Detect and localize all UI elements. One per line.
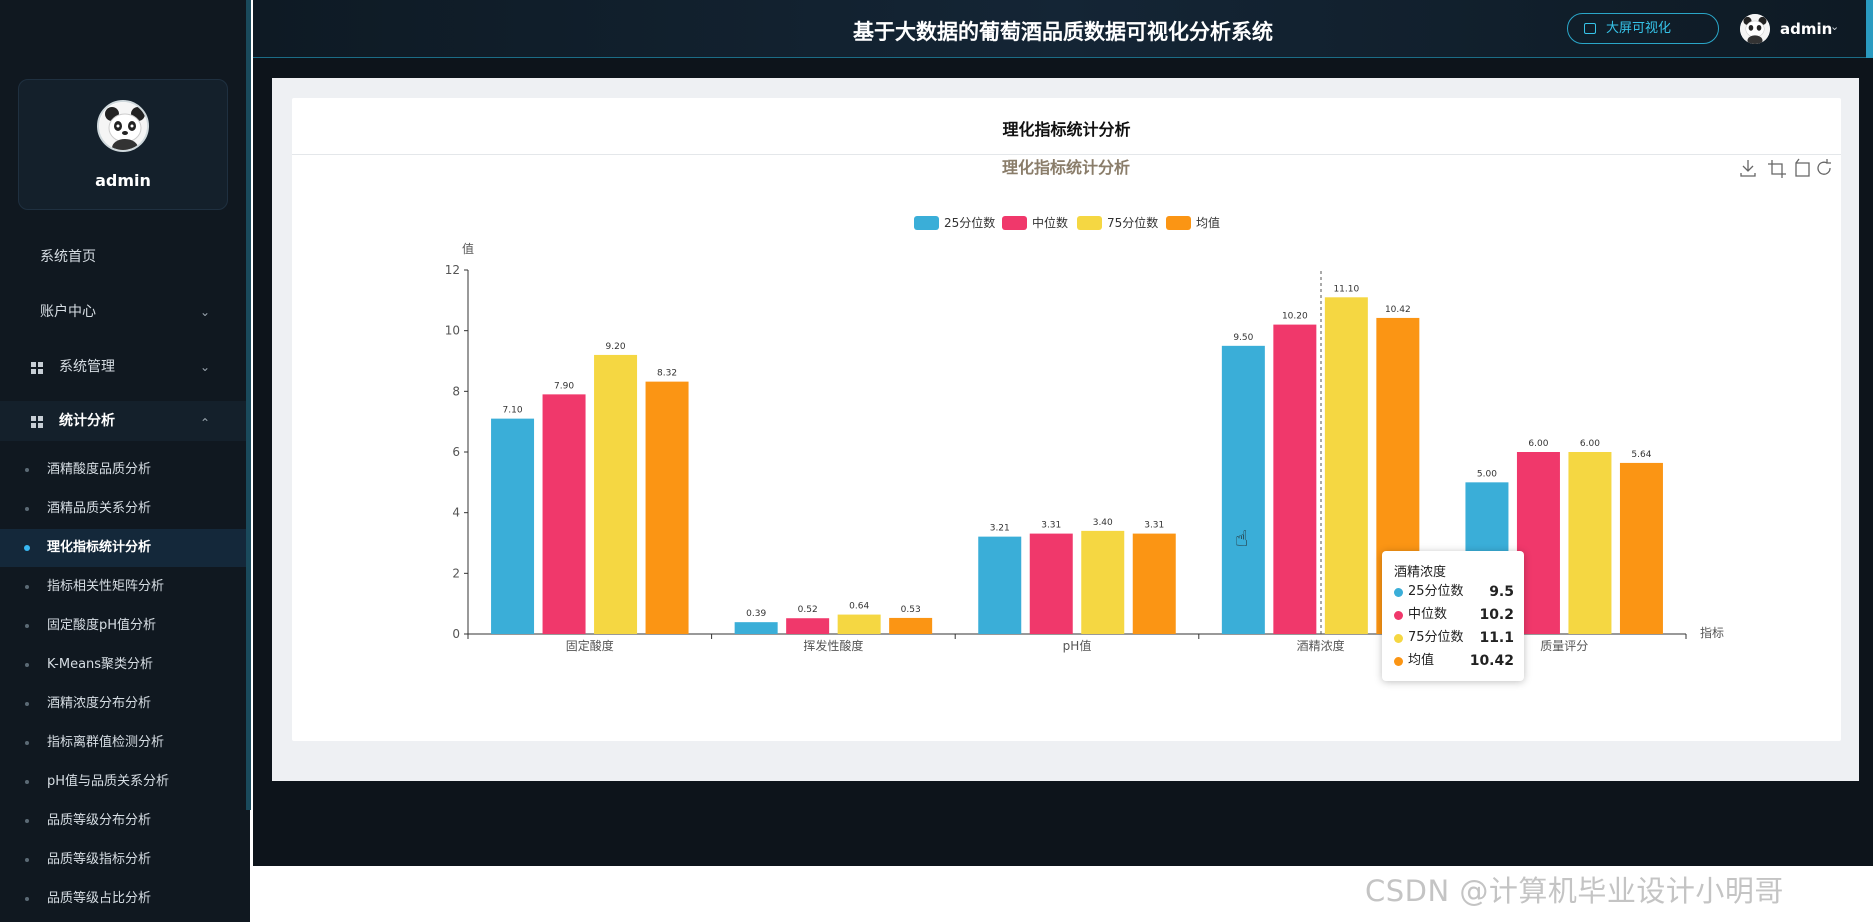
- bar: [978, 536, 1022, 634]
- data-label: 9.20: [606, 342, 626, 352]
- watermark: CSDN @计算机毕业设计小明哥: [1365, 874, 1784, 908]
- tooltip-value: 10.2: [1479, 607, 1514, 623]
- tooltip-series-name: 中位数: [1408, 607, 1448, 622]
- bar: [1568, 452, 1612, 634]
- tooltip-series-name: 均值: [1408, 653, 1435, 668]
- bar: [734, 622, 778, 634]
- y-tick-label: 12: [445, 263, 460, 277]
- hand-cursor-icon: ☝: [1235, 527, 1249, 552]
- data-label: 3.21: [990, 524, 1010, 534]
- tooltip-row: 75分位数 11.1: [1394, 628, 1514, 648]
- bar: [594, 354, 638, 634]
- data-label: 7.10: [503, 406, 523, 416]
- legend-label: 25分位数: [944, 215, 995, 230]
- chart-legend: 25分位数 中位数 75分位数 均值: [914, 215, 1220, 230]
- tooltip-value: 9.5: [1489, 584, 1514, 600]
- data-label: 0.52: [798, 605, 818, 615]
- tooltip-series-name: 75分位数: [1408, 630, 1464, 645]
- tooltip-value: 10.42: [1469, 653, 1514, 669]
- x-tick-label: 酒精浓度: [1297, 638, 1345, 653]
- legend-swatch: [914, 216, 939, 230]
- tooltip-row: 均值 10.42: [1394, 651, 1514, 671]
- data-label: 0.53: [901, 605, 921, 615]
- legend-dot: [1394, 634, 1403, 643]
- data-label: 10.20: [1282, 312, 1308, 322]
- bar: [491, 418, 535, 634]
- legend-swatch: [1077, 216, 1102, 230]
- data-label: 5.00: [1477, 469, 1497, 479]
- bar: [1324, 297, 1368, 634]
- data-label: 3.31: [1144, 521, 1164, 531]
- y-tick-label: 8: [452, 384, 460, 398]
- bar: [1029, 533, 1073, 634]
- legend-label: 中位数: [1032, 215, 1068, 230]
- bar: [786, 618, 830, 634]
- bar: [645, 381, 689, 634]
- x-axis-label: 指标: [1700, 625, 1724, 640]
- y-tick-label: 4: [452, 506, 460, 520]
- tooltip-row: 中位数 10.2: [1394, 605, 1514, 625]
- x-tick-label: pH值: [1063, 638, 1092, 653]
- x-tick-label: 挥发性酸度: [803, 638, 863, 653]
- legend-dot: [1394, 611, 1403, 620]
- data-label: 8.32: [657, 369, 677, 379]
- refresh-icon[interactable]: [1817, 159, 1831, 175]
- tooltip-row: 25分位数 9.5: [1394, 582, 1514, 602]
- bar: [1081, 530, 1125, 634]
- x-tick-label: 固定酸度: [566, 638, 614, 653]
- bar: [1221, 345, 1265, 634]
- legend-swatch: [1002, 216, 1027, 230]
- zoom-icon[interactable]: [1768, 160, 1786, 178]
- data-label: 7.90: [554, 381, 574, 391]
- tooltip-value: 11.1: [1479, 630, 1514, 646]
- data-label: 10.42: [1385, 305, 1411, 315]
- tooltip-series-name: 25分位数: [1408, 584, 1464, 599]
- legend-swatch: [1166, 216, 1191, 230]
- zoom-reset-icon[interactable]: [1795, 158, 1810, 177]
- bar: [889, 617, 933, 634]
- data-label: 3.31: [1041, 521, 1061, 531]
- data-label: 11.10: [1333, 284, 1359, 294]
- download-icon[interactable]: [1740, 160, 1756, 177]
- bar: [1132, 533, 1176, 634]
- legend-dot: [1394, 657, 1403, 666]
- data-label: 6.00: [1528, 439, 1548, 449]
- data-label: 5.64: [1631, 450, 1651, 460]
- data-label: 6.00: [1580, 439, 1600, 449]
- bar: [837, 614, 881, 634]
- x-tick-label: 质量评分: [1540, 639, 1588, 653]
- data-label: 0.39: [746, 609, 766, 619]
- chart-tooltip: 酒精浓度 25分位数 9.5 中位数 10.2 75分位数 11.1 均值 10…: [1382, 551, 1524, 681]
- bar-chart: 理化指标统计分析 25分位数 中位数 75分位数 均值 024681012值指标固定酸…: [445, 158, 1831, 653]
- bar: [1619, 462, 1663, 634]
- data-label: 3.40: [1093, 518, 1113, 528]
- y-tick-label: 6: [452, 445, 460, 459]
- legend-label: 75分位数: [1107, 215, 1158, 230]
- legend-label: 均值: [1196, 215, 1220, 230]
- bar: [1273, 324, 1317, 634]
- chart-title: 理化指标统计分析: [1002, 158, 1130, 177]
- y-axis-label: 值: [462, 241, 474, 256]
- legend-dot: [1394, 588, 1403, 597]
- bar: [542, 394, 586, 634]
- y-tick-label: 10: [445, 324, 460, 338]
- data-label: 9.50: [1233, 333, 1253, 343]
- data-label: 0.64: [849, 602, 869, 612]
- y-tick-label: 0: [452, 627, 460, 641]
- y-tick-label: 2: [452, 566, 460, 580]
- tooltip-title: 酒精浓度: [1394, 565, 1447, 580]
